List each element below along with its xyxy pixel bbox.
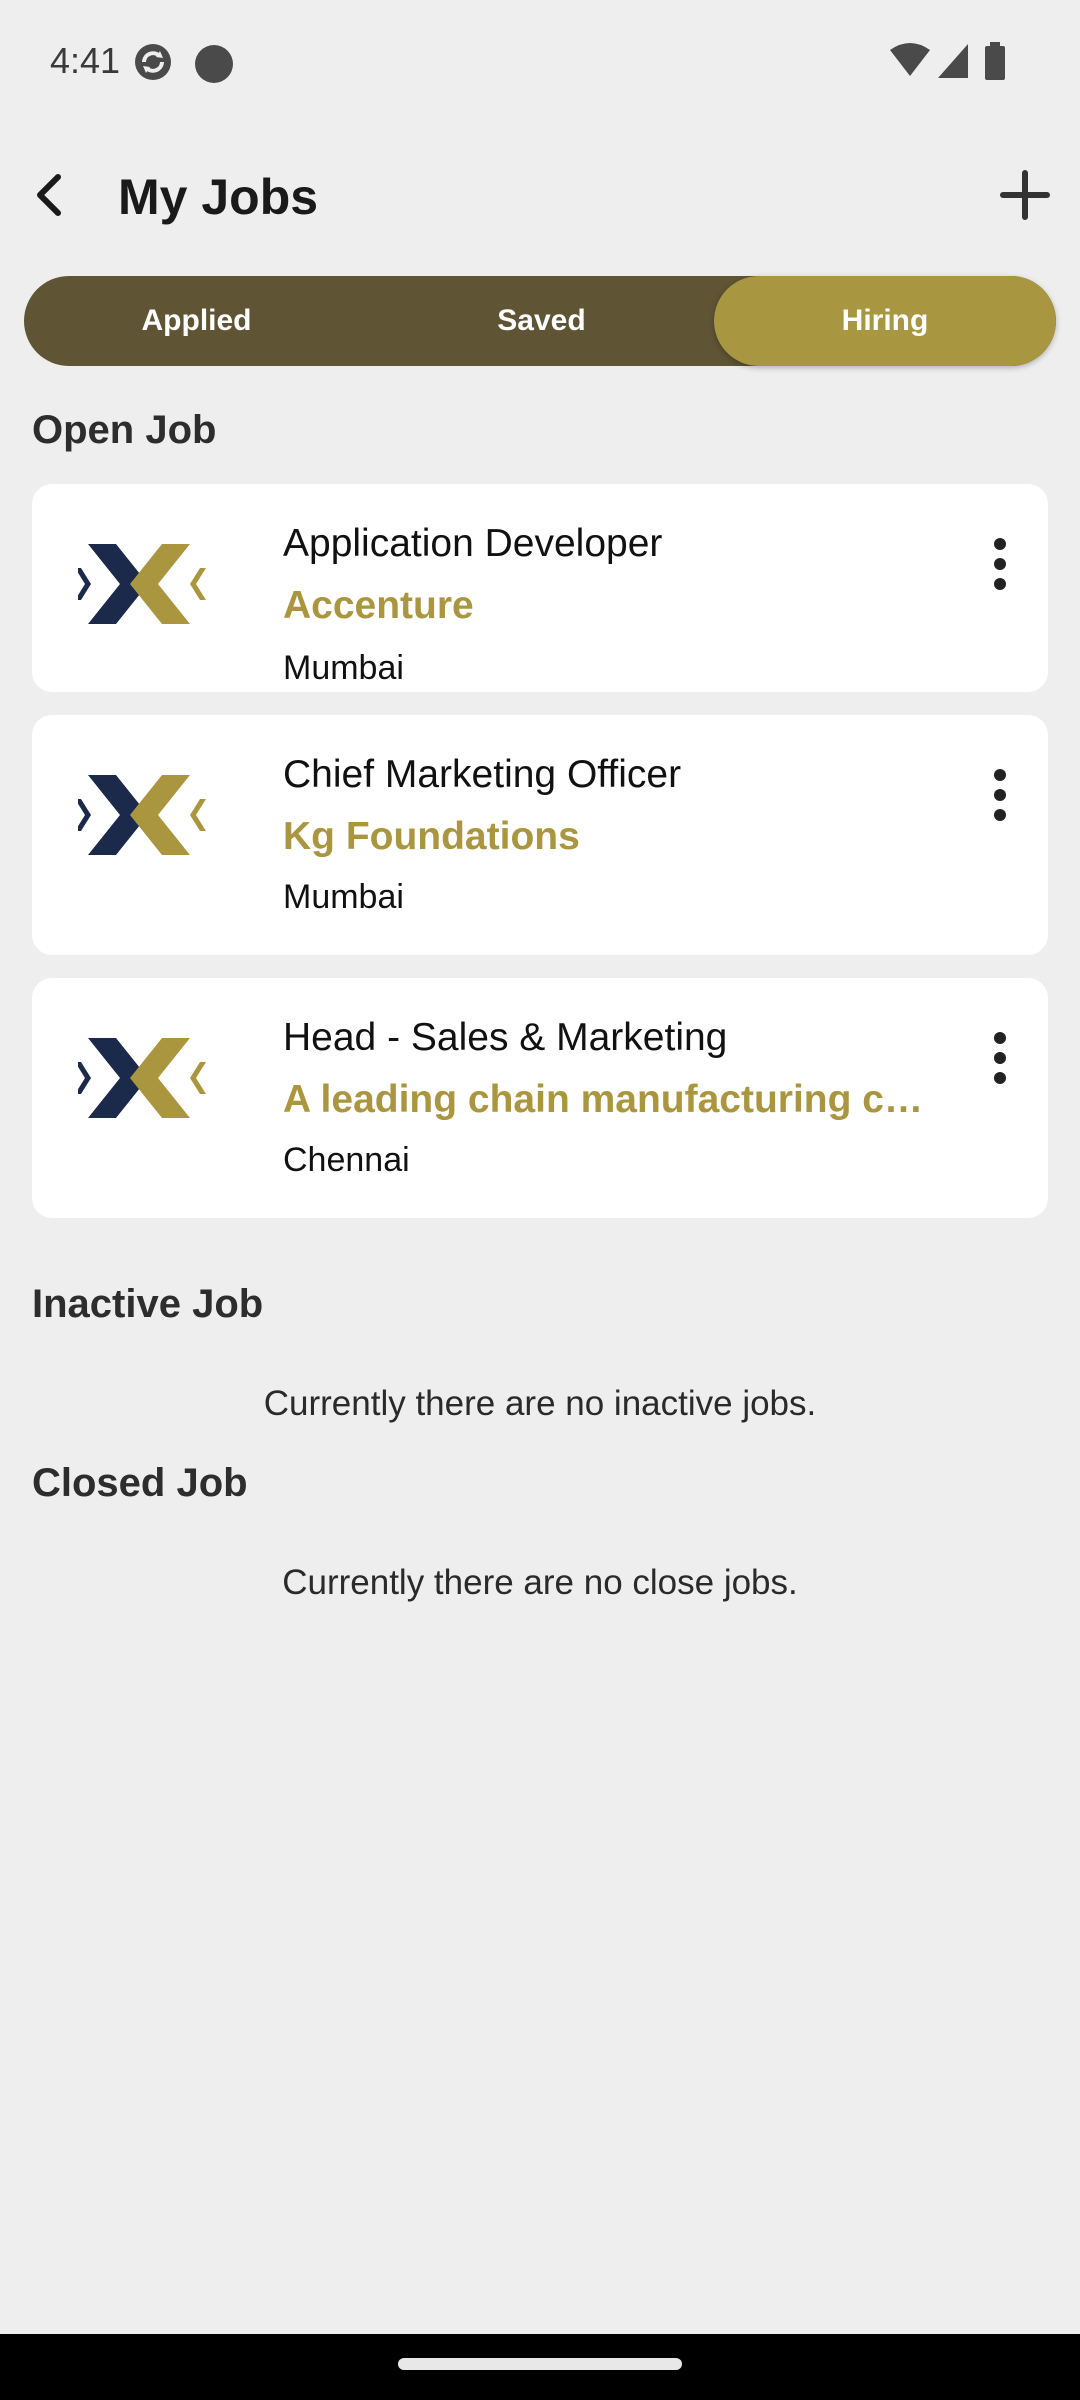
job-tabs: Applied Saved Hiring [24,276,1056,366]
job-title: Application Developer [283,522,663,565]
battery-icon [985,42,1005,80]
sync-icon [135,44,171,80]
job-title: Chief Marketing Officer [283,753,682,796]
my-jobs-screen: 4:41 My Jobs Applied Saved Hiring Open J… [0,0,1080,2400]
inactive-empty-message: Currently there are no inactive jobs. [263,1384,817,1423]
job-company: A leading chain manufacturing c… [283,1078,923,1121]
open-job-heading: Open Job [32,408,217,452]
plus-icon[interactable] [995,165,1055,225]
home-gesture-handle[interactable] [398,2358,682,2370]
company-logo-icon [78,1038,206,1118]
job-location: Mumbai [283,649,404,687]
notification-dot-icon [195,45,233,83]
job-card[interactable]: Head - Sales & Marketing A leading chain… [32,978,1048,1218]
tab-applied[interactable]: Applied [24,276,369,366]
closed-empty-message: Currently there are no close jobs. [282,1563,798,1602]
job-location: Mumbai [283,878,404,916]
job-location: Chennai [283,1141,410,1179]
company-logo-icon [78,544,206,624]
job-card[interactable]: Application Developer Accenture Mumbai [32,484,1048,692]
job-company: Kg Foundations [283,815,580,858]
app-bar: My Jobs [0,140,1080,255]
page-title: My Jobs [118,169,319,225]
more-options-icon[interactable] [980,534,1020,594]
system-nav-bar [0,2334,1080,2400]
inactive-job-heading: Inactive Job [32,1282,264,1326]
closed-job-heading: Closed Job [32,1461,248,1505]
more-options-icon[interactable] [980,765,1020,825]
signal-icon [938,44,968,78]
back-arrow-icon[interactable] [22,165,82,225]
status-bar: 4:41 [0,0,1080,130]
job-card[interactable]: Chief Marketing Officer Kg Foundations M… [32,715,1048,955]
tab-saved[interactable]: Saved [369,276,714,366]
tab-hiring[interactable]: Hiring [714,276,1056,366]
job-title: Head - Sales & Marketing [283,1016,728,1059]
more-options-icon[interactable] [980,1028,1020,1088]
company-logo-icon [78,775,206,855]
wifi-icon [890,43,930,76]
status-time: 4:41 [50,40,121,81]
job-company: Accenture [283,584,474,627]
